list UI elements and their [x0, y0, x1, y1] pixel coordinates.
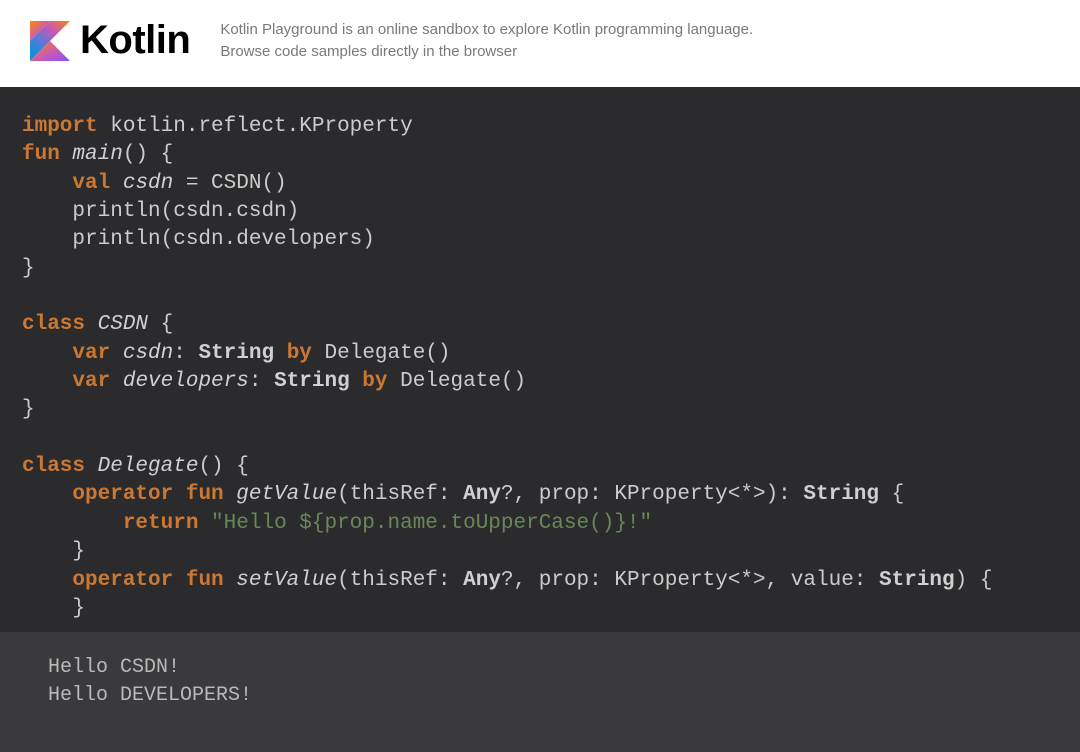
code-token: : [173, 342, 198, 365]
code-token: by [350, 370, 388, 393]
code-token: ?, prop: KProperty<*>, value: [501, 569, 879, 592]
code-token: () { [198, 455, 248, 478]
code-token: { [148, 313, 173, 336]
code-token: println(csdn.developers) [22, 228, 375, 251]
code-token: println(csdn.csdn) [22, 200, 299, 223]
code-token: getValue [224, 483, 337, 506]
code-token: var [72, 342, 110, 365]
code-token: Delegate [85, 455, 198, 478]
code-token: import [22, 115, 98, 138]
code-token: fun [173, 483, 223, 506]
code-token: csdn [110, 342, 173, 365]
code-token: Any [463, 569, 501, 592]
code-token: } [22, 398, 35, 421]
code-token: return [123, 512, 199, 535]
code-token: } [22, 257, 35, 280]
output-line: Hello CSDN! [48, 656, 180, 679]
kotlin-logo: Kotlin [30, 18, 190, 63]
code-token: operator [72, 483, 173, 506]
code-token: "Hello ${prop.name.toUpperCase()}!" [198, 512, 652, 535]
code-token: String [803, 483, 879, 506]
brand-name: Kotlin [80, 18, 190, 63]
code-token: setValue [224, 569, 337, 592]
code-token: } [22, 597, 85, 620]
code-token: fun [22, 143, 60, 166]
code-token: String [879, 569, 955, 592]
kotlin-logo-icon [30, 21, 70, 61]
code-token: { [879, 483, 904, 506]
output-line: Hello DEVELOPERS! [48, 684, 252, 707]
code-token: String [198, 342, 274, 365]
code-token: class [22, 455, 85, 478]
code-token: ?, prop: KProperty<*>): [501, 483, 803, 506]
code-token: csdn [110, 172, 173, 195]
code-token: developers [110, 370, 249, 393]
code-token: () { [123, 143, 173, 166]
header-description: Kotlin Playground is an online sandbox t… [220, 19, 760, 63]
header: Kotlin Kotlin Playground is an online sa… [0, 0, 1080, 87]
code-token: var [72, 370, 110, 393]
code-token: String [274, 370, 350, 393]
code-token: main [60, 143, 123, 166]
code-token: CSDN [85, 313, 148, 336]
code-token: (thisRef: [337, 569, 463, 592]
output-console: Hello CSDN! Hello DEVELOPERS! [0, 632, 1080, 752]
code-token: : [249, 370, 274, 393]
code-token: } [22, 540, 85, 563]
code-token: ) { [955, 569, 993, 592]
code-token: Delegate() [388, 370, 527, 393]
code-token: = CSDN() [173, 172, 286, 195]
code-token: operator [72, 569, 173, 592]
code-token: kotlin.reflect.KProperty [98, 115, 413, 138]
code-editor[interactable]: import kotlin.reflect.KProperty fun main… [0, 87, 1080, 632]
code-token: val [72, 172, 110, 195]
code-token: Delegate() [312, 342, 451, 365]
code-token: (thisRef: [337, 483, 463, 506]
code-token: by [274, 342, 312, 365]
code-token: fun [173, 569, 223, 592]
code-token: class [22, 313, 85, 336]
code-token: Any [463, 483, 501, 506]
